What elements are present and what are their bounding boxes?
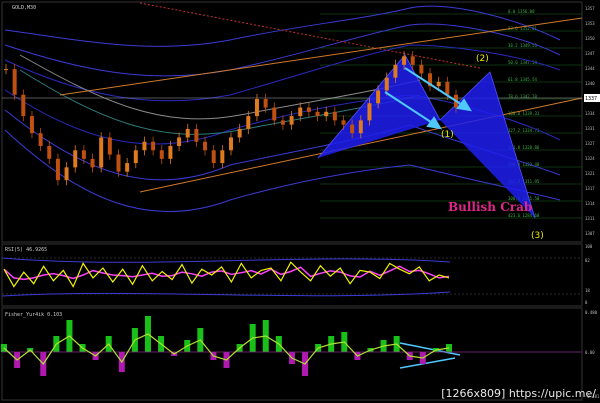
candle-body [29,116,34,134]
candle-body [324,111,329,117]
candle-body [99,137,104,168]
candle-body [4,69,8,71]
price-axis-label: 1334 [585,111,595,116]
candle-body [38,133,43,146]
candle-body [246,116,251,129]
price-axis-label: 1311 [585,216,595,221]
price-axis-label: 1350 [585,36,595,41]
rsi-axis-label: 100 [585,244,593,249]
watermark-text: [1266x809] https://upic.me/ [441,387,596,400]
candle-body [445,81,450,95]
fisher-axis: 0.4800.00-0.481 [585,310,600,399]
rsi-lines [3,261,450,288]
candle-body [272,107,277,121]
candle-body [185,128,190,138]
wave-label-2: (2) [476,54,489,64]
fisher-axis-label: 0.480 [585,310,598,315]
candle-body [211,150,216,164]
candle-body [436,81,441,87]
upper-channel-line [59,17,583,96]
candle-body [350,124,355,134]
fisher-title: Fisher_Yur4ik 0.103 [5,312,62,318]
pattern-label: Bullish Crab [448,200,533,214]
candle-body [64,167,69,181]
candle-body [306,107,311,112]
trading-chart-window: 0.0 1356.00 23.6 1352.01 38.2 1349.53 50.0 … [0,0,600,403]
candle-body [116,154,121,172]
price-axis-label: 1327 [585,141,595,146]
candle-body [177,137,182,146]
candle-body [410,56,415,65]
candle-body [332,111,337,121]
price-tag: 1337 [585,96,597,102]
candle-body [358,120,363,134]
candle-body [280,120,285,125]
candle-body [107,137,112,155]
candle-body [125,163,130,172]
candle-body [315,111,320,117]
candle-body [203,141,208,151]
fib-label: 50.0 1347.54 [508,60,537,65]
wave-label-3: (3) [531,231,544,241]
rsi-axis-label: 0 [585,300,588,305]
candle-body [12,69,17,95]
rsi-axis-label: 82 [585,258,590,263]
candle-body [90,158,95,168]
price-axis: 1357 1353 1350 1347 1344 1340 1337 1334 1331 1327… [585,6,595,236]
fib-label: 61.8 1345.54 [508,77,537,82]
candle-body [402,56,407,65]
candle-body [159,150,164,159]
candle-body [168,146,173,159]
candle-body [419,64,424,74]
wave-label-1: (1) [441,130,454,140]
bullish-crab-pattern [317,54,536,219]
rsi-axis-label: 18 [585,288,590,293]
price-axis-label: 1331 [585,126,595,131]
candle-body [341,120,346,125]
candle-body [55,158,60,181]
candle-body [229,137,233,151]
candle-body [142,141,147,151]
rsi-panel-frame [1,243,583,307]
candle-body [367,103,372,121]
candle-body [194,128,199,142]
rsi-axis: 100 82 18 0 [585,244,593,305]
price-axis-label: 1314 [585,201,595,206]
price-axis-label: 1317 [585,186,595,191]
price-axis-label: 1321 [585,171,595,176]
candle-body [298,107,303,117]
price-axis-label: 1340 [585,81,595,86]
candle-body [393,64,398,78]
candle-body [47,146,52,159]
fisher-axis-label: 0.00 [585,350,595,355]
price-axis-label: 1344 [585,66,595,71]
candle-body [81,150,86,159]
fisher-histogram [1,316,582,376]
fisher-bar [1,344,7,352]
candle-body [289,116,294,125]
price-axis-label: 1357 [585,6,595,11]
fib-label: 100.0 1339.31 [508,111,540,116]
price-axis-label: 1307 [585,231,595,236]
price-axis-label: 1347 [585,51,595,56]
rsi-signal-line [3,265,450,281]
main-title: GOLD,M30 [12,5,36,11]
price-axis-label: 1353 [585,21,595,26]
candle-body [21,94,26,117]
candle-body [263,99,268,108]
candle-body [237,128,242,138]
candle-body [220,150,225,164]
candle-body [151,141,156,151]
rsi-title: RSI(5) 46.9265 [5,247,47,253]
candle-body [73,150,78,168]
price-axis-label: 1324 [585,156,595,161]
candle-body [376,90,381,104]
rsi-line [3,261,450,288]
candle-body [254,99,259,117]
fib-label: 0.0 1356.00 [508,9,535,14]
candle-body [133,150,138,164]
candle-body [384,77,389,91]
